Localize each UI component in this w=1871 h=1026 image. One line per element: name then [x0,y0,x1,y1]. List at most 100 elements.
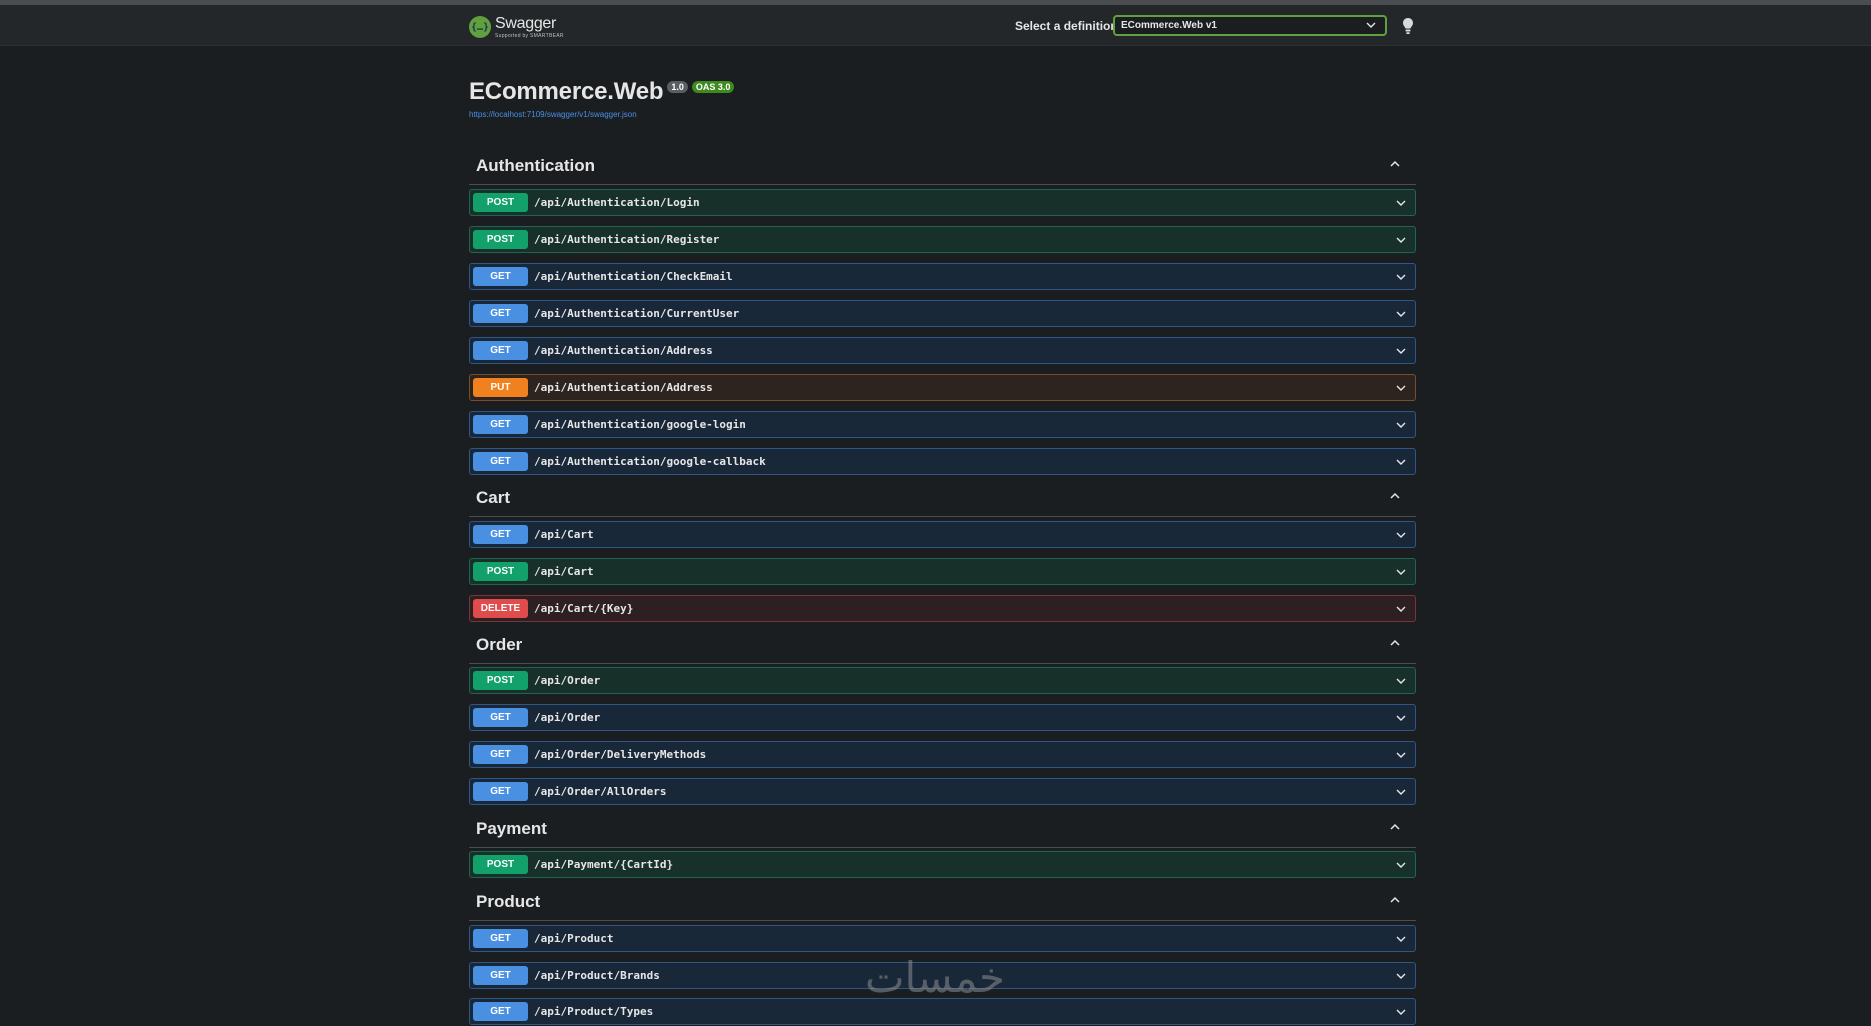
chevron-down-icon[interactable] [1395,308,1407,320]
operation-path: /api/Authentication/CheckEmail [534,270,733,283]
operation-path: /api/Order [534,711,601,724]
operation-path: /api/Cart/{Key} [534,602,634,615]
operation-row[interactable]: GET/api/Order/AllOrders [469,778,1416,805]
spec-json-link[interactable]: https://localhost:7109/swagger/v1/swagge… [469,110,1419,119]
swagger-logo[interactable]: {…} Swagger Supported by SMARTBEAR [469,13,564,41]
operation-path: /api/Authentication/Address [534,381,713,394]
chevron-down-icon[interactable] [1395,566,1407,578]
method-badge: GET [473,415,528,434]
operation-path: /api/Authentication/google-login [534,418,746,431]
chevron-down-icon[interactable] [1395,786,1407,798]
chevron-down-icon[interactable] [1395,933,1407,945]
operation-row[interactable]: POST/api/Cart [469,558,1416,585]
oas-badge: OAS 3.0 [691,81,735,93]
operation-row[interactable]: GET/api/Authentication/CurrentUser [469,300,1416,327]
operation-path: /api/Authentication/CurrentUser [534,307,740,320]
method-badge: POST [473,230,528,249]
chevron-up-icon[interactable] [1388,820,1402,834]
chevron-down-icon[interactable] [1395,712,1407,724]
tag-header-authentication[interactable]: Authentication [469,152,1416,185]
tag-title: Authentication [476,156,595,175]
chevron-down-icon[interactable] [1395,234,1407,246]
operation-row[interactable]: GET/api/Authentication/CheckEmail [469,263,1416,290]
chevron-up-icon[interactable] [1388,893,1402,907]
chevron-down-icon[interactable] [1395,859,1407,871]
operation-row[interactable]: GET/api/Authentication/google-login [469,411,1416,438]
chevron-down-icon[interactable] [1395,382,1407,394]
method-badge: GET [473,267,528,286]
api-info: ECommerce.Web 1.0 OAS 3.0 https://localh… [469,78,1419,119]
tag-header-order[interactable]: Order [469,631,1416,664]
swagger-topbar: {…} Swagger Supported by SMARTBEAR Selec… [0,5,1871,46]
method-badge: POST [473,562,528,581]
chevron-down-icon[interactable] [1395,1006,1407,1018]
operation-path: /api/Product/Types [534,1005,654,1018]
tag-title: Payment [476,819,547,838]
operation-row[interactable]: GET/api/Order/DeliveryMethods [469,741,1416,768]
definition-label: Select a definition [1015,19,1118,33]
operation-path: /api/Order/DeliveryMethods [534,748,707,761]
chevron-down-icon[interactable] [1395,675,1407,687]
method-badge: POST [473,193,528,212]
method-badge: GET [473,745,528,764]
operation-row[interactable]: GET/api/Authentication/Address [469,337,1416,364]
chevron-down-icon[interactable] [1395,419,1407,431]
method-badge: GET [473,525,528,544]
operation-path: /api/Cart [534,565,594,578]
definition-select-value: ECommerce.Web v1 [1121,20,1217,31]
operation-row[interactable]: GET/api/Authentication/google-callback [469,448,1416,475]
chevron-down-icon[interactable] [1395,456,1407,468]
tag-title: Product [476,892,541,911]
operation-row[interactable]: DELETE/api/Cart/{Key} [469,595,1416,622]
tag-title: Order [476,635,523,654]
definition-select[interactable]: ECommerce.Web v1 [1113,15,1387,36]
method-badge: GET [473,708,528,727]
tag-title: Cart [476,488,511,507]
operation-path: /api/Product/Brands [534,969,660,982]
operation-row[interactable]: POST/api/Payment/{CartId} [469,851,1416,878]
chevron-up-icon[interactable] [1388,157,1402,171]
method-badge: GET [473,1002,528,1021]
logo-subtitle: Supported by SMARTBEAR [495,32,564,39]
operation-path: /api/Payment/{CartId} [534,858,674,871]
method-badge: GET [473,341,528,360]
operation-path: /api/Order/AllOrders [534,785,667,798]
operation-row[interactable]: POST/api/Authentication/Register [469,226,1416,253]
operation-row[interactable]: POST/api/Order [469,667,1416,694]
operation-row[interactable]: GET/api/Order [469,704,1416,731]
method-badge: POST [473,671,528,690]
operation-path: /api/Authentication/Login [534,196,700,209]
chevron-up-icon[interactable] [1388,636,1402,650]
method-badge: PUT [473,378,528,397]
chevron-down-icon[interactable] [1395,970,1407,982]
operation-path: /api/Authentication/Register [534,233,720,246]
page-title: ECommerce.Web [469,78,664,105]
method-badge: GET [473,966,528,985]
operation-row[interactable]: POST/api/Authentication/Login [469,189,1416,216]
tag-header-product[interactable]: Product [469,888,1416,921]
swagger-logo-icon: {…} [469,16,491,38]
operation-path: /api/Product [534,932,614,945]
operation-path: /api/Order [534,674,601,687]
operation-path: /api/Authentication/Address [534,344,713,357]
chevron-down-icon[interactable] [1395,749,1407,761]
chevron-up-icon[interactable] [1388,489,1402,503]
tag-header-cart[interactable]: Cart [469,484,1416,517]
operation-row[interactable]: GET/api/Product [469,925,1416,952]
watermark-logo: خمسات [865,953,1005,1002]
chevron-down-icon[interactable] [1395,197,1407,209]
operation-row[interactable]: PUT/api/Authentication/Address [469,374,1416,401]
version-badge: 1.0 [667,81,688,93]
tag-header-payment[interactable]: Payment [469,815,1416,848]
method-badge: DELETE [473,599,528,618]
chevron-down-icon[interactable] [1395,345,1407,357]
method-badge: GET [473,304,528,323]
method-badge: GET [473,929,528,948]
lightbulb-icon[interactable] [1400,16,1416,36]
chevron-down-icon[interactable] [1395,271,1407,283]
method-badge: GET [473,452,528,471]
chevron-down-icon[interactable] [1395,603,1407,615]
logo-name: Swagger [495,14,557,32]
chevron-down-icon[interactable] [1395,529,1407,541]
operation-row[interactable]: GET/api/Cart [469,521,1416,548]
